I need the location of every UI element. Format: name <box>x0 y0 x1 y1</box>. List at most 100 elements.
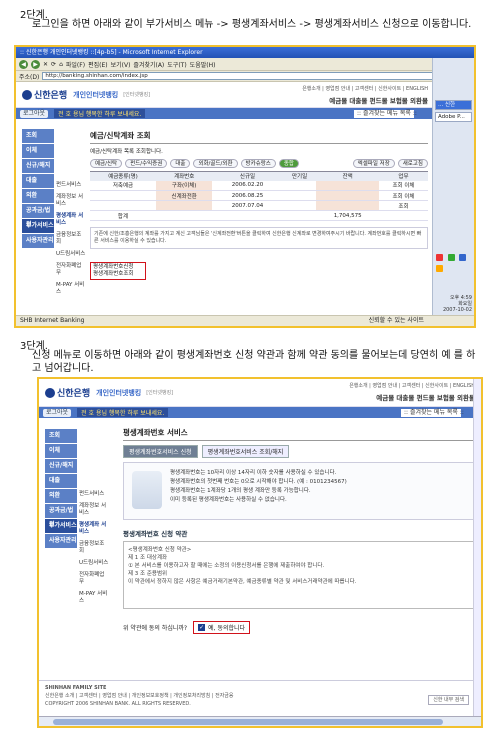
bank-logo-2[interactable]: 신한은행 개인인터넷뱅킹 [인터넷뱅킹] <box>45 386 173 399</box>
tab-apply[interactable]: 평생계좌번호서비스 신청 <box>123 445 198 458</box>
subnav-fund-2[interactable]: 펀드서비스 <box>79 491 109 498</box>
forward-icon[interactable]: ▶ <box>31 59 40 69</box>
cell-action[interactable]: 조회 이체 <box>378 180 428 191</box>
nav-user-admin[interactable]: 사용자관리 <box>22 234 54 248</box>
popup-inquiry[interactable]: 평생계좌번호조회 <box>93 271 143 278</box>
tab-forex[interactable]: 외화/골드/외환 <box>193 159 238 168</box>
tray-icon[interactable] <box>459 254 467 261</box>
nav-user-admin-2[interactable]: 사용자관리 <box>45 534 77 548</box>
header-links-2[interactable]: 은행소개 | 영업점 안내 | 고객센터 | 신한사이트 | ENGLISH <box>349 382 475 389</box>
terms-box[interactable]: <평생계좌번호 신청 약관> 제 1 조 대상계좌 ① 본 서비스를 이용하고자… <box>123 541 475 609</box>
tray-icon[interactable] <box>436 265 443 272</box>
nav-transfer[interactable]: 이체 <box>22 144 54 158</box>
nav-extra-services-2[interactable]: 부가서비스 <box>45 519 77 533</box>
nav-inquiry-2[interactable]: 조회 <box>45 429 77 443</box>
cell-account[interactable]: 구좌(이체) <box>155 180 213 191</box>
nav-loan-2[interactable]: 대출 <box>45 474 77 488</box>
nav-inquiry[interactable]: 조회 <box>22 129 54 143</box>
menu-edit[interactable]: 편집(E) <box>88 60 108 69</box>
subnav-lifetime-account[interactable]: 평생계좌 서비스 <box>56 213 86 227</box>
checkbox-checked-icon[interactable]: ✓ <box>198 624 206 631</box>
back-icon[interactable]: ◀ <box>19 59 28 69</box>
cell-account[interactable] <box>155 200 213 211</box>
popup-apply[interactable]: 평생계좌번호신청 <box>93 264 143 271</box>
bank-logo[interactable]: 신한은행 개인인터넷뱅킹 [인터넷뱅킹] <box>22 88 150 101</box>
favorite-menu-select[interactable]: :: 즐겨찾는 메뉴 목록 :: <box>354 109 417 118</box>
logout-button-2[interactable]: 로그아웃 <box>43 408 72 417</box>
tab-bancassurance[interactable]: 방카슈랑스 <box>240 159 276 168</box>
subnav-account-info[interactable]: 계좌정보 서비스 <box>56 194 86 208</box>
cell-action[interactable]: 조회 <box>378 200 428 211</box>
tab-fund[interactable]: 펀드/수익증권 <box>125 159 168 168</box>
nav-utility-2[interactable]: 공과금/법원 <box>45 504 77 528</box>
logo-sub: 개인인터넷뱅킹 <box>73 90 119 99</box>
subnav-lifetime-account-2[interactable]: 평생계좌 서비스 <box>79 522 109 536</box>
subnav-udream[interactable]: U드림서비스 <box>56 251 86 258</box>
menu-help[interactable]: 도움말(H) <box>190 60 216 69</box>
tab-loan[interactable]: 대출 <box>170 159 191 168</box>
menu-view[interactable]: 보기(V) <box>111 60 131 69</box>
table-header-row: 예금종류(명) 계좌번호 신규일 만기일 잔액 업무 <box>90 171 428 181</box>
tab-inquiry-cancel[interactable]: 평생계좌번호서비스 조회/해지 <box>201 445 290 458</box>
subnav-emoney-2[interactable]: 전자화폐업무 <box>79 572 109 586</box>
logo-text: 신한은행 <box>34 91 68 101</box>
vertical-scrollbar[interactable] <box>473 379 481 716</box>
subnav-udream-2[interactable]: U드림서비스 <box>79 560 109 567</box>
menu-file[interactable]: 파일(F) <box>66 60 85 69</box>
greeting-2: 전 호 용님 행복한 하루 보내세요. <box>77 408 169 417</box>
info-illustration-icon <box>132 471 162 509</box>
footer-search[interactable]: 신한 내부 검색 <box>428 695 469 705</box>
tab-all[interactable]: 종합 <box>278 159 299 168</box>
cell-account[interactable]: 신계좌전환 <box>155 190 213 201</box>
subnav-account-info-2[interactable]: 계좌정보 서비스 <box>79 503 109 517</box>
header-links[interactable]: 은행소개 | 영업점 안내 | 고객센터 | 신한사이트 | ENGLISH <box>302 85 428 92</box>
nav-open-close-2[interactable]: 신규/해지 <box>45 459 77 473</box>
logout-button[interactable]: 로그아웃 <box>20 109 49 118</box>
refresh-button[interactable]: 새로고침 <box>397 159 428 168</box>
agree-option[interactable]: ✓ 예, 동의합니다 <box>193 621 251 634</box>
horizontal-scrollbar[interactable] <box>39 716 481 726</box>
menu-tools[interactable]: 도구(T) <box>167 60 186 69</box>
address-input[interactable]: http://banking.shinhan.com/index.jsp <box>42 72 471 80</box>
greeting: 전 호 용님 행복한 하루 보내세요. <box>54 109 146 118</box>
nav-loan[interactable]: 대출 <box>22 174 54 188</box>
subnav-emoney[interactable]: 전자화폐업무 <box>56 263 86 277</box>
header-menu[interactable]: 예금몰 대출몰 펀드몰 보험몰 외환몰 <box>329 95 428 105</box>
stop-icon[interactable]: ✕ <box>43 61 48 68</box>
cell-action[interactable]: 조회 이체 <box>378 190 428 201</box>
subnav-mpay[interactable]: M-PAY 서비스 <box>56 282 86 296</box>
subnav-finance-info[interactable]: 금융정보조회 <box>56 232 86 246</box>
nav-forex[interactable]: 외환 <box>22 189 54 203</box>
nav-open-close[interactable]: 신규/해지 <box>22 159 54 173</box>
subnav-mpay-2[interactable]: M-PAY 서비스 <box>79 591 109 605</box>
section-title-2: 평생계좌번호 서비스 <box>123 427 475 441</box>
subnav-finance-info-2[interactable]: 금융정보조회 <box>79 541 109 555</box>
section-notice: 예금/신탁계좌 목록 조회합니다. <box>90 149 163 155</box>
taskbar-shinhan[interactable]: ... 신한 <box>435 100 472 110</box>
home-icon[interactable]: ⌂ <box>59 61 63 68</box>
family-site[interactable]: SHINHAN FAMILY SITE <box>45 684 475 692</box>
nav-extra-services[interactable]: 부가서비스 <box>22 219 54 233</box>
footer-links[interactable]: 신한은행 소개 | 고객센터 | 영업점 안내 | 개인정보보호정책 | 개인정… <box>45 692 475 700</box>
account-tabs: 예금/신탁 펀드/수익증권 대출 외화/골드/외환 방카슈랑스 종합 엑셀파일 … <box>90 159 428 168</box>
terms-line: ① 본 서비스를 이용하고자 할 때에는 소정의 이용신청서를 은행에 제출하여… <box>128 563 325 569</box>
taskbar-adobe[interactable]: Adobe P... <box>435 112 472 122</box>
status-right: 신뢰할 수 있는 사이트 <box>368 317 424 324</box>
scroll-thumb[interactable] <box>53 719 443 725</box>
tab-deposit[interactable]: 예금/신탁 <box>90 159 123 168</box>
excel-button[interactable]: 엑셀파일 저장 <box>352 159 395 168</box>
th-account: 계좌번호 <box>155 171 213 181</box>
favorite-menu-select-2[interactable]: :: 즐겨찾는 메뉴 목록 :: <box>401 408 464 417</box>
tray-icon[interactable] <box>436 254 443 261</box>
menu-favorites[interactable]: 즐겨찾기(A) <box>133 60 164 69</box>
logo-text-2: 신한은행 <box>57 389 91 399</box>
nav-transfer-2[interactable]: 이체 <box>45 444 77 458</box>
nav-utility[interactable]: 공과금/법원 <box>22 204 54 228</box>
tray-icon[interactable] <box>447 254 455 261</box>
subnav-fund[interactable]: 펀드서비스 <box>56 182 86 189</box>
info-line: 평생계좌번호는 10자리 이상 14자리 이하 숫자를 사용하실 수 있습니다. <box>170 470 337 476</box>
nav-forex-2[interactable]: 외환 <box>45 489 77 503</box>
bank-header: 신한은행 개인인터넷뱅킹 [인터넷뱅킹] 은행소개 | 영업점 안내 | 고객센… <box>16 82 434 108</box>
refresh-icon[interactable]: ⟳ <box>51 61 56 68</box>
header-menu-2[interactable]: 예금몰 대출몰 펀드몰 보험몰 외환몰 <box>376 392 475 402</box>
